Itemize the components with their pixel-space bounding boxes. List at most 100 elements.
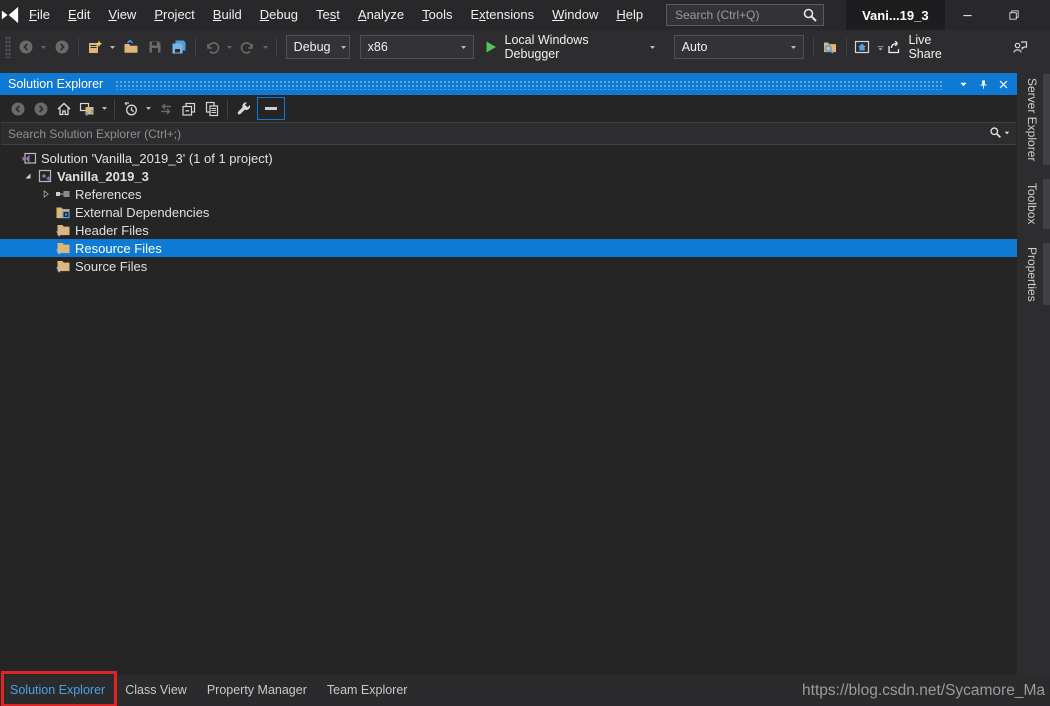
menu-project[interactable]: Project bbox=[145, 0, 203, 30]
save-button[interactable] bbox=[143, 35, 167, 59]
chevron-down-icon bbox=[789, 43, 798, 52]
solution-explorer-header[interactable]: Solution Explorer bbox=[0, 73, 1017, 95]
main-toolbar: Debug x86 Local Windows Debugger Auto Li… bbox=[0, 30, 1050, 64]
pending-changes-filter-button[interactable] bbox=[119, 97, 142, 120]
panel-header-grip[interactable] bbox=[115, 80, 943, 90]
menu-file[interactable]: File bbox=[20, 0, 59, 30]
menu-build[interactable]: Build bbox=[204, 0, 251, 30]
close-button[interactable] bbox=[1037, 0, 1050, 30]
show-all-files-button[interactable] bbox=[200, 97, 223, 120]
filter-dropdown[interactable] bbox=[142, 97, 154, 121]
menu-help[interactable]: Help bbox=[607, 0, 652, 30]
search-icon bbox=[802, 7, 818, 23]
bottom-tab-class-view[interactable]: Class View bbox=[115, 675, 197, 706]
separator bbox=[812, 37, 814, 57]
close-icon[interactable] bbox=[993, 74, 1013, 94]
side-tab-label: Server Explorer bbox=[1025, 78, 1039, 162]
collapsed-arrow-icon[interactable] bbox=[38, 186, 54, 202]
se-back-button[interactable] bbox=[6, 97, 29, 120]
sync-with-active-document-button[interactable] bbox=[154, 97, 177, 120]
new-project-button[interactable] bbox=[83, 35, 107, 59]
redo-button[interactable] bbox=[236, 35, 260, 59]
panel-title: Solution Explorer bbox=[8, 77, 104, 91]
external-deps-icon bbox=[54, 204, 72, 220]
tree-item-references[interactable]: References bbox=[0, 185, 1017, 203]
se-forward-button[interactable] bbox=[29, 97, 52, 120]
window-position-dropdown[interactable] bbox=[953, 74, 973, 94]
pin-icon[interactable] bbox=[973, 74, 993, 94]
solution-configuration-dropdown[interactable]: Debug bbox=[285, 35, 350, 59]
tree-item-header-files[interactable]: Header Files bbox=[0, 221, 1017, 239]
se-search-input[interactable] bbox=[1, 123, 1016, 144]
toolbar-grip[interactable] bbox=[5, 36, 11, 58]
separator bbox=[114, 98, 115, 119]
menu-extensions[interactable]: Extensions bbox=[462, 0, 544, 30]
side-tab-toolbox[interactable]: Toolbox bbox=[1017, 179, 1050, 229]
search-icon[interactable] bbox=[989, 126, 1002, 139]
side-tab-properties[interactable]: Properties bbox=[1017, 242, 1050, 306]
navigate-back-dropdown[interactable] bbox=[38, 35, 50, 59]
window-controls bbox=[945, 0, 1050, 30]
tree-item-label: Resource Files bbox=[75, 240, 162, 256]
attach-dropdown[interactable]: Auto bbox=[673, 35, 804, 59]
bottom-tab-strip: Solution Explorer Class View Property Mana… bbox=[0, 671, 1050, 706]
references-icon bbox=[54, 186, 72, 202]
bottom-tab-property-manager[interactable]: Property Manager bbox=[197, 675, 317, 706]
side-tab-server-explorer[interactable]: Server Explorer bbox=[1017, 74, 1050, 166]
restore-button[interactable] bbox=[991, 0, 1037, 30]
live-share-button[interactable]: Live Share bbox=[886, 33, 968, 61]
run-dropdown[interactable] bbox=[647, 35, 659, 59]
preview-selected-items-toggle[interactable] bbox=[257, 97, 285, 120]
switch-views-button[interactable] bbox=[75, 97, 98, 120]
tree-item-source-files[interactable]: Source Files bbox=[0, 257, 1017, 275]
dash-icon bbox=[265, 107, 277, 110]
undo-button[interactable] bbox=[200, 35, 224, 59]
expanded-arrow-icon[interactable] bbox=[20, 168, 36, 184]
feedback-button[interactable] bbox=[1008, 35, 1032, 59]
new-project-dropdown[interactable] bbox=[107, 35, 119, 59]
solution-icon bbox=[20, 150, 38, 166]
browser-home-dropdown[interactable] bbox=[874, 35, 886, 59]
menu-edit[interactable]: Edit bbox=[59, 0, 99, 30]
bottom-tab-solution-explorer[interactable]: Solution Explorer bbox=[0, 675, 115, 706]
tree-item-solution-vanilla-2019-3-1-of-1-project[interactable]: Solution 'Vanilla_2019_3' (1 of 1 projec… bbox=[0, 149, 1017, 167]
run-label: Local Windows Debugger bbox=[504, 33, 589, 61]
collapse-all-button[interactable] bbox=[177, 97, 200, 120]
quick-search-input[interactable] bbox=[666, 4, 825, 26]
menu-debug[interactable]: Debug bbox=[251, 0, 307, 30]
solution-platform-dropdown[interactable]: x86 bbox=[359, 35, 474, 59]
filter-folder-icon bbox=[54, 240, 72, 256]
menu-tools[interactable]: Tools bbox=[413, 0, 461, 30]
undo-dropdown[interactable] bbox=[224, 35, 236, 59]
solution-explorer-panel: Solution Explorer Search Solution Explor… bbox=[0, 64, 1017, 675]
attach-value: Auto bbox=[681, 40, 708, 54]
open-file-button[interactable] bbox=[119, 35, 143, 59]
solution-tree: Solution 'Vanilla_2019_3' (1 of 1 projec… bbox=[0, 145, 1017, 275]
properties-button[interactable] bbox=[232, 97, 255, 120]
watermark: https://blog.csdn.net/Sycamore_Ma bbox=[802, 682, 1045, 699]
tree-item-label: Header Files bbox=[75, 222, 149, 238]
cpp-project-icon bbox=[36, 168, 54, 184]
menu-test[interactable]: Test bbox=[307, 0, 349, 30]
search-options-dropdown[interactable] bbox=[1002, 129, 1011, 137]
redo-dropdown[interactable] bbox=[260, 35, 272, 59]
bottom-tab-team-explorer[interactable]: Team Explorer bbox=[317, 675, 418, 706]
tree-item-vanilla-2019-3[interactable]: Vanilla_2019_3 bbox=[0, 167, 1017, 185]
navigate-forward-button[interactable] bbox=[50, 35, 74, 59]
home-icon[interactable] bbox=[52, 97, 75, 120]
menu-window[interactable]: Window bbox=[543, 0, 607, 30]
menu-view[interactable]: View bbox=[99, 0, 145, 30]
tree-item-external-dependencies[interactable]: External Dependencies bbox=[0, 203, 1017, 221]
se-search-icons bbox=[989, 126, 1011, 139]
minimize-button[interactable] bbox=[945, 0, 991, 30]
tree-item-resource-files[interactable]: Resource Files bbox=[0, 239, 1017, 257]
se-search bbox=[1, 122, 1016, 145]
browser-home-button[interactable] bbox=[851, 35, 875, 59]
save-all-button[interactable] bbox=[167, 35, 191, 59]
navigate-back-button[interactable] bbox=[14, 35, 38, 59]
tree-item-label: Vanilla_2019_3 bbox=[57, 168, 149, 184]
switch-views-dropdown[interactable] bbox=[98, 97, 110, 121]
find-in-files-button[interactable] bbox=[818, 35, 842, 59]
start-debugging-button[interactable]: Local Windows Debugger bbox=[483, 33, 665, 61]
menu-analyze[interactable]: Analyze bbox=[349, 0, 413, 30]
